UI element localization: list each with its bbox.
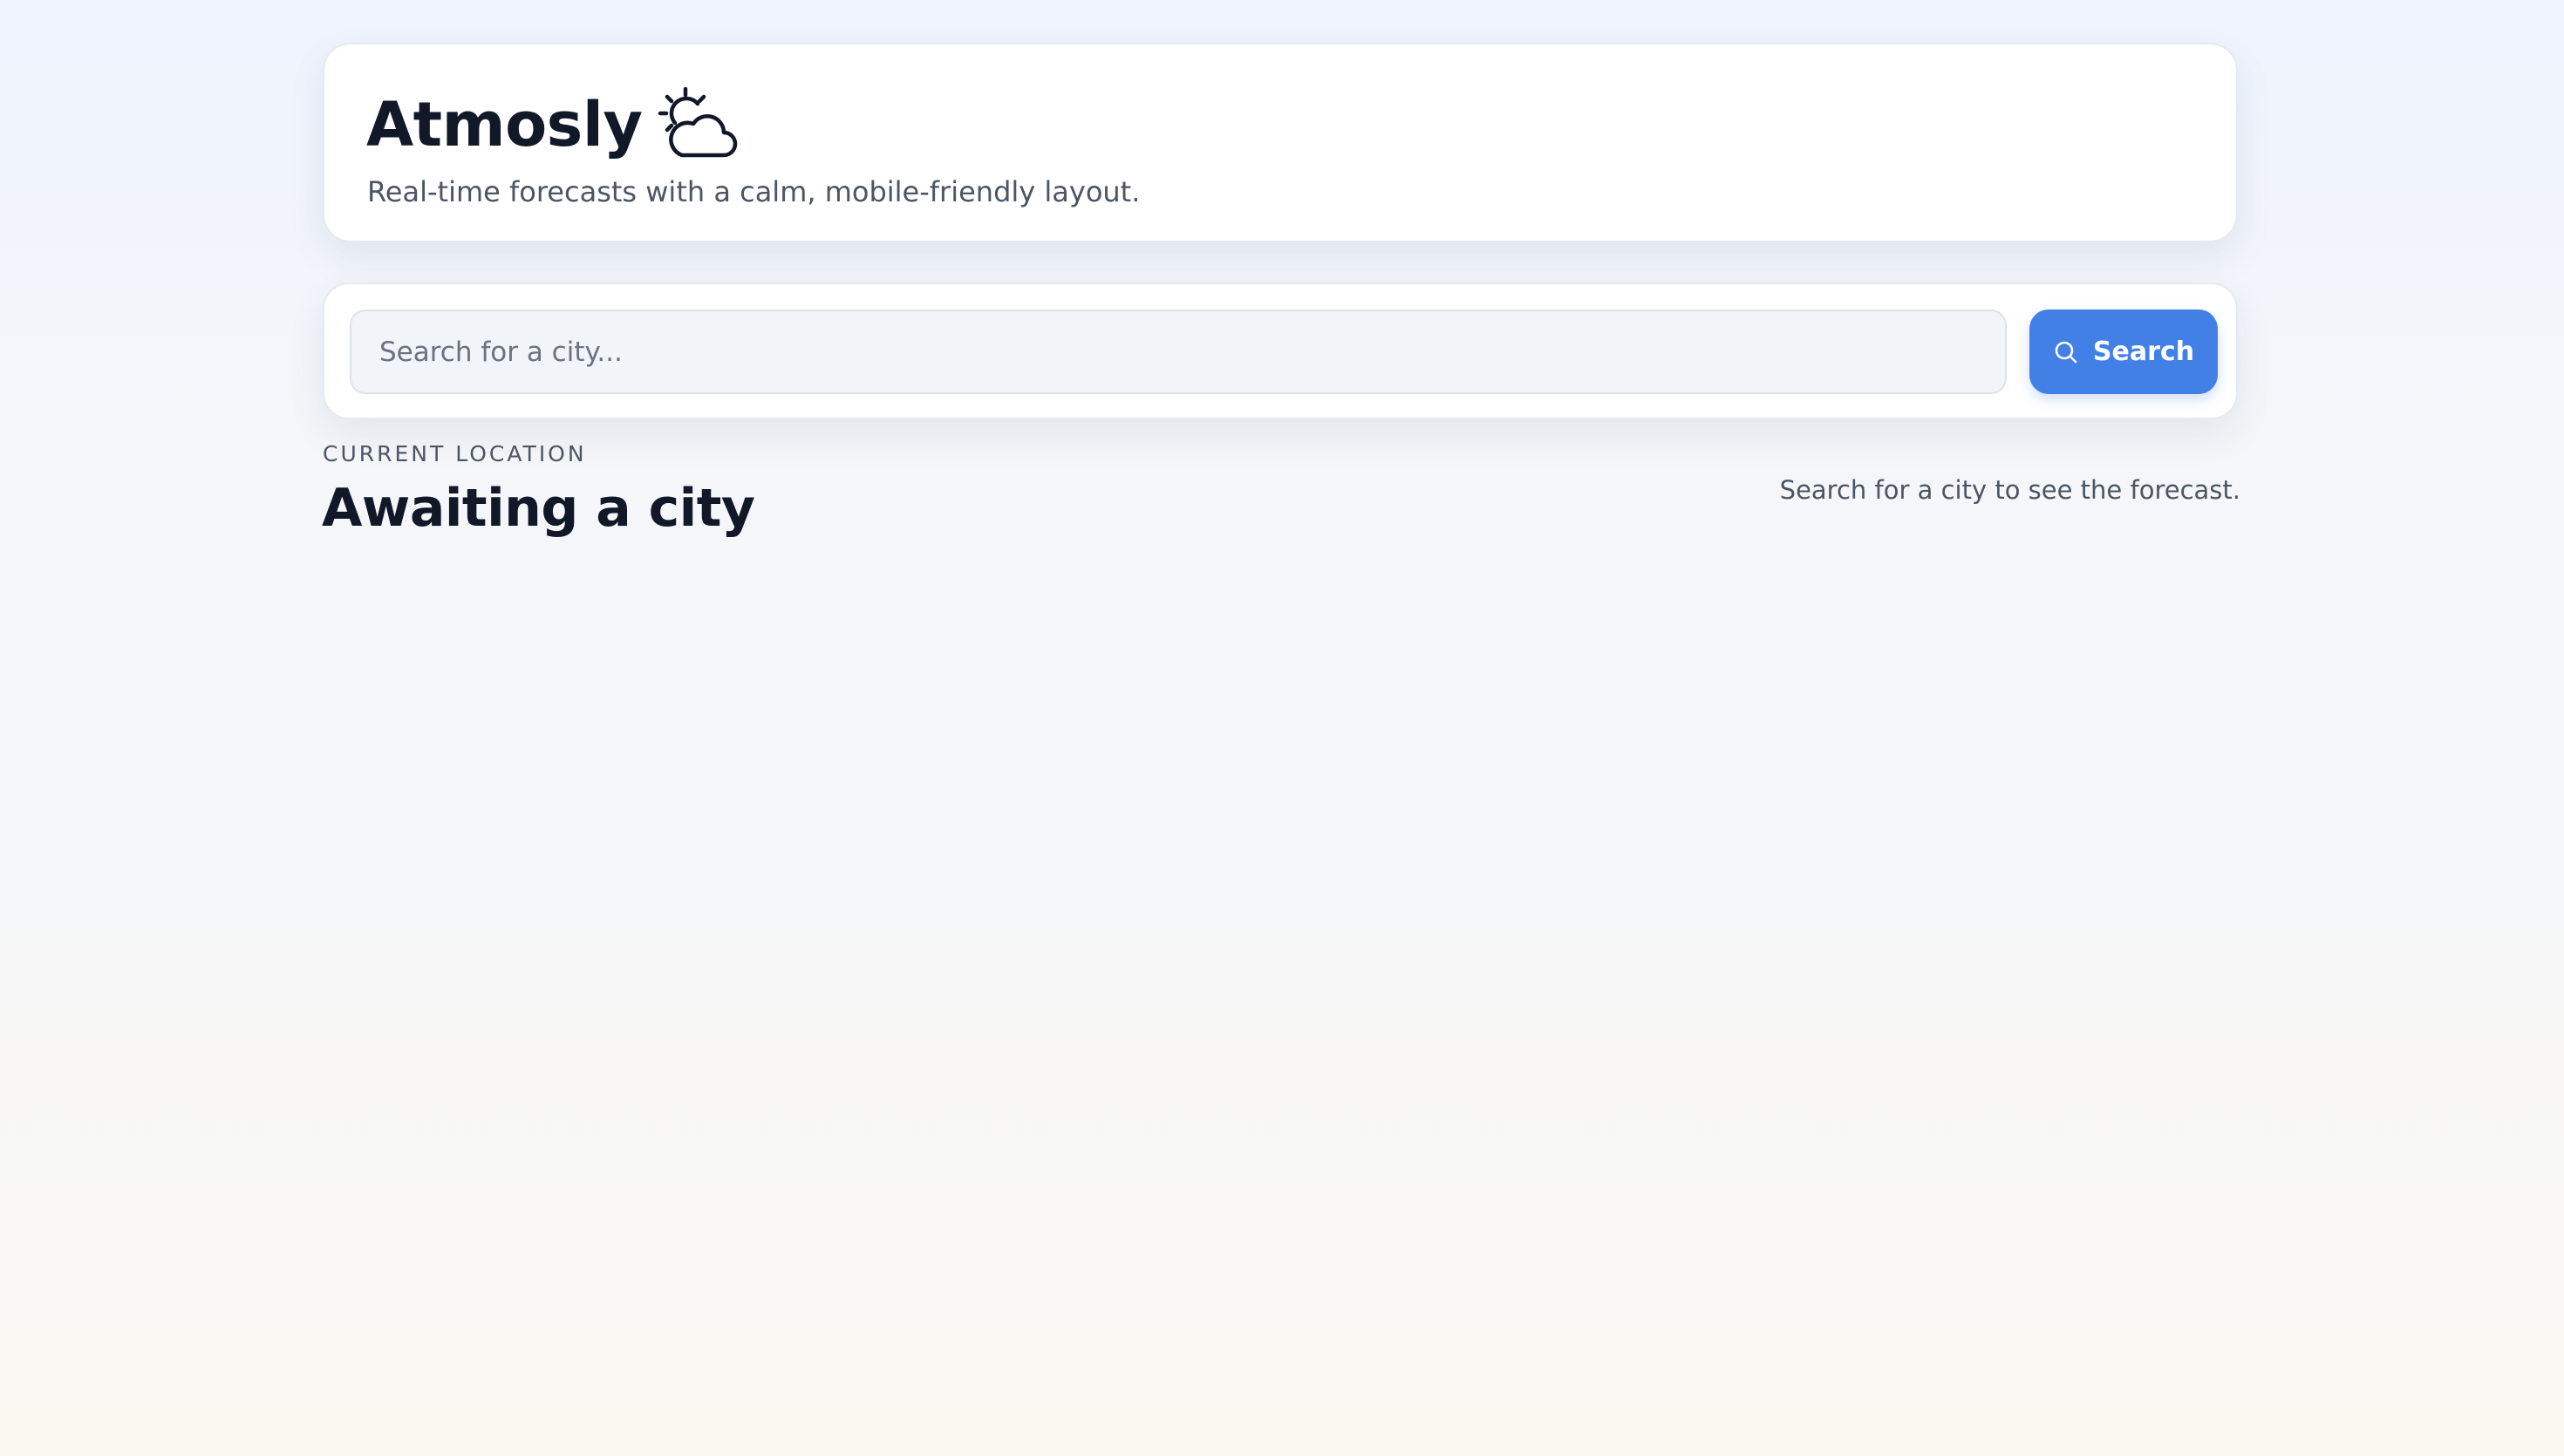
app-title: Atmosly [366,89,643,160]
location-label: CURRENT LOCATION [323,441,587,466]
search-icon [2053,339,2079,365]
app-subtitle: Real-time forecasts with a calm, mobile-… [367,175,1141,208]
city-search-input[interactable] [350,310,2007,394]
sun-behind-cloud-icon [656,84,738,166]
search-button[interactable]: Search [2029,310,2218,394]
search-button-label: Search [2092,337,2195,367]
app-page: Atmosly Real-time forecasts with a calm,… [0,0,2564,1456]
header-card: Atmosly Real-time forecasts with a calm,… [323,43,2238,242]
forecast-hint: Search for a city to see the forecast. [1779,475,2240,505]
location-name: Awaiting a city [322,478,755,539]
search-card: Search [323,282,2238,419]
app-title-row: Atmosly [366,81,738,168]
